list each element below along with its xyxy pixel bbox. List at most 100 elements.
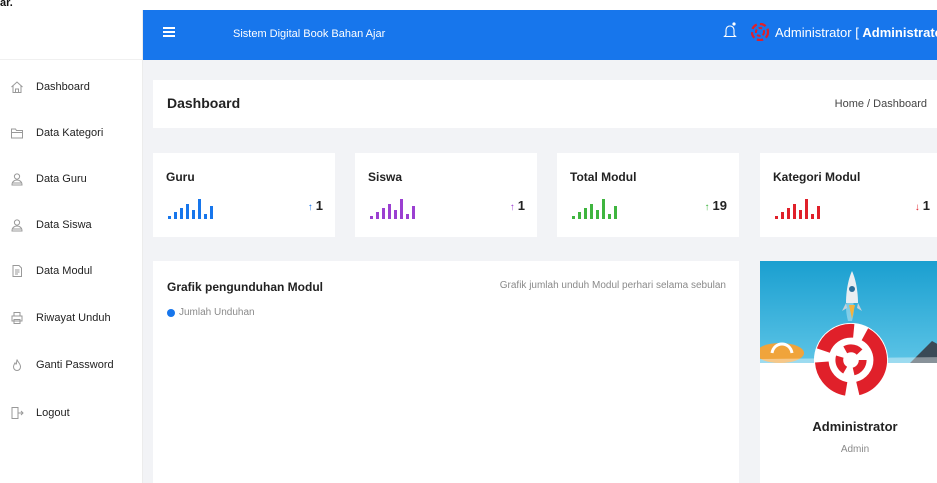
sparkline-bar — [799, 210, 802, 219]
page-header: Dashboard Home / Dashboard — [153, 80, 937, 128]
sidebar-item-data-kategori[interactable]: Data Kategori — [10, 122, 103, 144]
sidebar-item-label: Data Guru — [36, 173, 87, 185]
sparkline-bar — [400, 199, 403, 219]
sparkline-bar — [805, 199, 808, 219]
breadcrumb-current: Dashboard — [873, 98, 927, 110]
sparkline-bar — [781, 212, 784, 219]
stat-number: 1 — [315, 198, 323, 213]
sparkline-bar — [180, 208, 183, 219]
user-role-open: [ — [851, 24, 863, 40]
legend-dot-icon — [167, 308, 175, 317]
user-menu[interactable]: Administrator [ Administrator ] ⌄ — [751, 23, 937, 41]
app-logo-icon — [751, 23, 769, 41]
breadcrumb-separator: / — [864, 98, 874, 110]
sparkline-bar — [578, 212, 581, 219]
sparkline-bar — [787, 208, 790, 219]
stat-title: Siswa — [368, 170, 403, 184]
user-name: Administrator — [775, 24, 852, 40]
user-icon — [10, 218, 24, 232]
sparkline-bar — [394, 210, 397, 219]
sparkline-bar — [584, 208, 587, 219]
stat-value: ↑ 1 — [510, 198, 525, 213]
sparkline-bar — [388, 204, 391, 219]
stat-card-guru[interactable]: Guru ↑ 1 — [153, 153, 335, 237]
stat-card-total-modul[interactable]: Total Modul ↑ 19 — [557, 153, 739, 237]
profile-role: Admin — [840, 444, 870, 455]
bar-sparkline-icon — [572, 199, 617, 219]
sidebar-item-dashboard[interactable]: Dashboard — [10, 76, 90, 98]
stat-value: ↓ 1 — [915, 198, 930, 213]
sidebar-item-label: Data Kategori — [36, 127, 104, 139]
home-icon — [10, 80, 24, 94]
sidebar-item-data-siswa[interactable]: Data Siswa — [10, 214, 92, 236]
profile-name: Administrator — [812, 419, 898, 434]
sparkline-bar — [572, 216, 575, 219]
folder-icon — [10, 126, 24, 140]
sparkline-bar — [204, 214, 207, 219]
sparkline-bar — [811, 214, 814, 219]
sparkline-bar — [608, 214, 611, 219]
chart-plot-area — [167, 331, 725, 481]
sparkline-bar — [614, 206, 617, 219]
sparkline-bar — [406, 214, 409, 219]
sidebar-item-label: Riwayat Unduh — [36, 312, 111, 324]
flame-icon — [10, 358, 24, 372]
sparkline-bar — [590, 204, 593, 219]
sidebar-item-label: Logout — [36, 407, 70, 419]
file-icon — [10, 264, 24, 278]
sidebar-item-logout[interactable]: Logout — [10, 402, 70, 424]
sidebar-item-data-modul[interactable]: Data Modul — [10, 260, 92, 282]
sparkline-bar — [370, 216, 373, 219]
user-role: Administrator — [862, 24, 937, 40]
topbar: Sistem Digital Book Bahan Ajar Administr… — [143, 10, 937, 60]
sidebar-brand-area — [0, 10, 142, 60]
sidebar: Dashboard Data Kategori Data Guru Data S… — [0, 10, 143, 483]
menu-toggle-icon[interactable] — [163, 27, 175, 37]
stat-number: 19 — [712, 198, 727, 213]
profile-card: Administrator Admin — [760, 261, 937, 483]
stat-title: Kategori Modul — [773, 170, 861, 184]
app-title: Sistem Digital Book Bahan Ajar — [233, 28, 386, 40]
sparkline-bar — [775, 216, 778, 219]
sidebar-item-data-guru[interactable]: Data Guru — [10, 168, 87, 190]
sidebar-item-label: Data Siswa — [36, 219, 92, 231]
chart-subtitle: Grafik jumlah unduh Modul perhari selama… — [499, 280, 726, 291]
sparkline-bar — [210, 206, 213, 219]
bar-sparkline-icon — [775, 199, 820, 219]
chart-legend[interactable]: Jumlah Unduhan — [167, 307, 255, 318]
breadcrumb-home-link[interactable]: Home — [835, 98, 864, 110]
corner-text: ar. — [0, 0, 13, 9]
sparkline-bar — [186, 204, 189, 219]
legend-label: Jumlah Unduhan — [179, 307, 255, 318]
sidebar-item-label: Ganti Password — [36, 359, 114, 371]
sparkline-bar — [596, 210, 599, 219]
stat-number: 1 — [922, 198, 930, 213]
bar-sparkline-icon — [168, 199, 213, 219]
avatar — [813, 322, 889, 398]
trend-down-icon: ↓ — [914, 202, 920, 213]
sparkline-bar — [817, 206, 820, 219]
stat-number: 1 — [517, 198, 525, 213]
sparkline-bar — [174, 212, 177, 219]
bell-icon[interactable] — [723, 22, 737, 40]
stat-title: Total Modul — [570, 170, 637, 184]
sparkline-bar — [602, 199, 605, 219]
trend-up-icon: ↑ — [307, 202, 313, 213]
sparkline-bar — [198, 199, 201, 219]
sidebar-item-label: Data Modul — [36, 265, 93, 277]
sparkline-bar — [376, 212, 379, 219]
trend-up-icon: ↑ — [509, 202, 515, 213]
chart-title: Grafik pengunduhan Modul — [167, 280, 323, 294]
stat-value: ↑ 1 — [308, 198, 323, 213]
sidebar-item-riwayat-unduh[interactable]: Riwayat Unduh — [10, 307, 111, 329]
stat-card-siswa[interactable]: Siswa ↑ 1 — [355, 153, 537, 237]
sparkline-bar — [382, 208, 385, 219]
sidebar-item-ganti-password[interactable]: Ganti Password — [10, 354, 114, 376]
sparkline-bar — [168, 216, 171, 219]
sparkline-bar — [793, 204, 796, 219]
trend-up-icon: ↑ — [704, 202, 710, 213]
sparkline-bar — [192, 210, 195, 219]
stat-card-kategori-modul[interactable]: Kategori Modul ↓ 1 — [760, 153, 937, 237]
main-content: Dashboard Home / Dashboard Guru ↑ 1 Siswa… — [143, 60, 937, 483]
page-title: Dashboard — [167, 95, 241, 111]
